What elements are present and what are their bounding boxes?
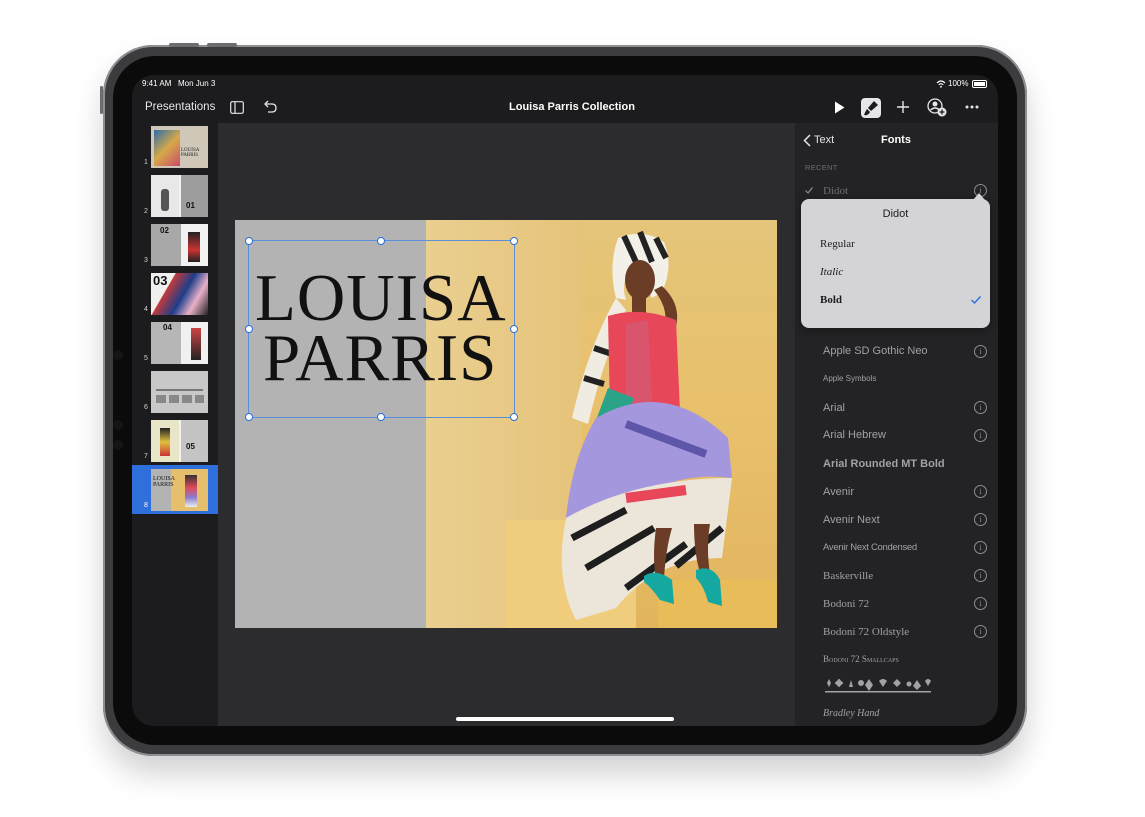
font-row-bodoni-ornaments[interactable] bbox=[823, 677, 943, 697]
info-icon[interactable]: i bbox=[974, 597, 987, 610]
camera-dot-icon bbox=[113, 350, 123, 360]
slide-number: 7 bbox=[144, 453, 148, 460]
checkmark-icon bbox=[971, 296, 981, 304]
resize-handle[interactable] bbox=[510, 237, 518, 245]
slide-number: 8 bbox=[144, 502, 148, 509]
format-brush-icon bbox=[864, 101, 878, 116]
camera-dot-icon bbox=[113, 420, 123, 430]
style-italic[interactable]: Italic bbox=[820, 266, 843, 278]
slide-navigator: 1 LOUISA PARRIS 2 01 3 02 4 03 5 04 6 7 … bbox=[132, 123, 218, 726]
ornaments-glyphs-icon bbox=[825, 679, 931, 693]
font-row[interactable]: Bradley Hand bbox=[823, 708, 879, 719]
status-bar: 9:41 AM Mon Jun 3 100% bbox=[132, 75, 998, 93]
slide-number: 4 bbox=[144, 306, 148, 313]
resize-handle[interactable] bbox=[377, 237, 385, 245]
model-figure bbox=[561, 230, 732, 620]
font-row[interactable]: Avenir Next bbox=[823, 514, 880, 526]
font-row[interactable]: Bodoni 72 Smallcaps bbox=[823, 654, 899, 664]
info-icon[interactable]: i bbox=[974, 541, 987, 554]
plus-icon[interactable] bbox=[896, 100, 910, 114]
play-icon[interactable] bbox=[834, 101, 845, 114]
sidebar-toggle-icon[interactable] bbox=[230, 101, 244, 114]
font-row[interactable]: Arial Rounded MT Bold bbox=[823, 458, 945, 470]
top-button bbox=[100, 86, 103, 114]
resize-handle[interactable] bbox=[245, 413, 253, 421]
font-row[interactable]: Arial Hebrew bbox=[823, 429, 886, 441]
slide-canvas[interactable]: LOUISA PARRIS bbox=[218, 123, 795, 726]
sidebar-title: Fonts bbox=[881, 134, 911, 146]
home-indicator bbox=[456, 717, 674, 721]
battery-percent: 100% bbox=[948, 79, 969, 88]
current-slide[interactable]: LOUISA PARRIS bbox=[235, 220, 777, 628]
resize-handle[interactable] bbox=[510, 325, 518, 333]
popover-title: Didot bbox=[882, 208, 909, 220]
chevron-left-icon[interactable] bbox=[803, 134, 811, 147]
status-time: 9:41 AM bbox=[142, 79, 172, 88]
text-selection-box[interactable] bbox=[248, 240, 515, 418]
wifi-icon bbox=[936, 80, 946, 88]
font-style-popover: Didot Regular Italic Bold bbox=[801, 193, 990, 328]
checkmark-icon bbox=[805, 187, 813, 194]
font-row[interactable]: Apple SD Gothic Neo bbox=[823, 345, 928, 357]
slide-thumbnail-7[interactable]: 05 bbox=[151, 420, 208, 462]
slide-thumbnail-4[interactable]: 03 bbox=[151, 273, 208, 315]
undo-icon[interactable] bbox=[262, 100, 277, 114]
info-icon[interactable]: i bbox=[974, 429, 987, 442]
slide-thumbnail-8[interactable]: LOUISA PARRIS bbox=[151, 469, 208, 511]
slide-thumbnail-5[interactable]: 04 bbox=[151, 322, 208, 364]
info-icon[interactable]: i bbox=[974, 345, 987, 358]
font-row[interactable]: Apple Symbols bbox=[823, 374, 876, 383]
slide-thumbnail-1[interactable]: LOUISA PARRIS bbox=[151, 126, 208, 168]
popover-arrow bbox=[973, 193, 985, 200]
info-icon[interactable]: i bbox=[974, 401, 987, 414]
info-icon[interactable]: i bbox=[974, 625, 987, 638]
document-title: Louisa Parris Collection bbox=[509, 101, 635, 113]
slide-thumbnail-2[interactable]: 01 bbox=[151, 175, 208, 217]
format-button[interactable] bbox=[861, 98, 881, 118]
format-sidebar: Text Fonts RECENT Didot i Didot Regular … bbox=[795, 123, 998, 726]
font-row[interactable]: Baskerville bbox=[823, 570, 873, 582]
slide-thumbnail-3[interactable]: 02 bbox=[151, 224, 208, 266]
presentations-back-button[interactable]: Presentations bbox=[145, 101, 215, 113]
slide-number: 2 bbox=[144, 208, 148, 215]
font-row[interactable]: Bodoni 72 Oldstyle bbox=[823, 626, 909, 638]
resize-handle[interactable] bbox=[245, 325, 253, 333]
style-bold[interactable]: Bold bbox=[820, 294, 842, 306]
slide-thumbnail-6[interactable] bbox=[151, 371, 208, 413]
font-row[interactable]: Avenir Next Condensed bbox=[823, 542, 917, 553]
volume-up-button bbox=[169, 43, 199, 47]
slide-number: 6 bbox=[144, 404, 148, 411]
status-date: Mon Jun 3 bbox=[178, 79, 216, 88]
recent-header: RECENT bbox=[805, 163, 838, 172]
camera-dot-icon bbox=[113, 440, 123, 450]
text-back-button[interactable]: Text bbox=[814, 134, 834, 146]
resize-handle[interactable] bbox=[245, 237, 253, 245]
info-icon[interactable]: i bbox=[974, 485, 987, 498]
slide-number: 1 bbox=[144, 159, 148, 166]
resize-handle[interactable] bbox=[377, 413, 385, 421]
font-row[interactable]: Bodoni 72 bbox=[823, 598, 869, 610]
volume-down-button bbox=[207, 43, 237, 47]
resize-handle[interactable] bbox=[510, 413, 518, 421]
screen: 9:41 AM Mon Jun 3 100% Presentations Lou… bbox=[132, 75, 998, 726]
slide-number: 3 bbox=[144, 257, 148, 264]
style-regular[interactable]: Regular bbox=[820, 238, 855, 250]
font-row[interactable]: Avenir bbox=[823, 486, 854, 498]
collaborate-icon[interactable] bbox=[927, 98, 947, 117]
info-icon[interactable]: i bbox=[974, 569, 987, 582]
font-row-didot[interactable]: Didot bbox=[823, 185, 848, 197]
more-icon[interactable] bbox=[965, 105, 979, 109]
font-row[interactable]: Arial bbox=[823, 402, 845, 414]
slide-number: 5 bbox=[144, 355, 148, 362]
toolbar: Presentations Louisa Parris Collection bbox=[132, 93, 998, 123]
battery-icon bbox=[972, 80, 987, 88]
info-icon[interactable]: i bbox=[974, 513, 987, 526]
